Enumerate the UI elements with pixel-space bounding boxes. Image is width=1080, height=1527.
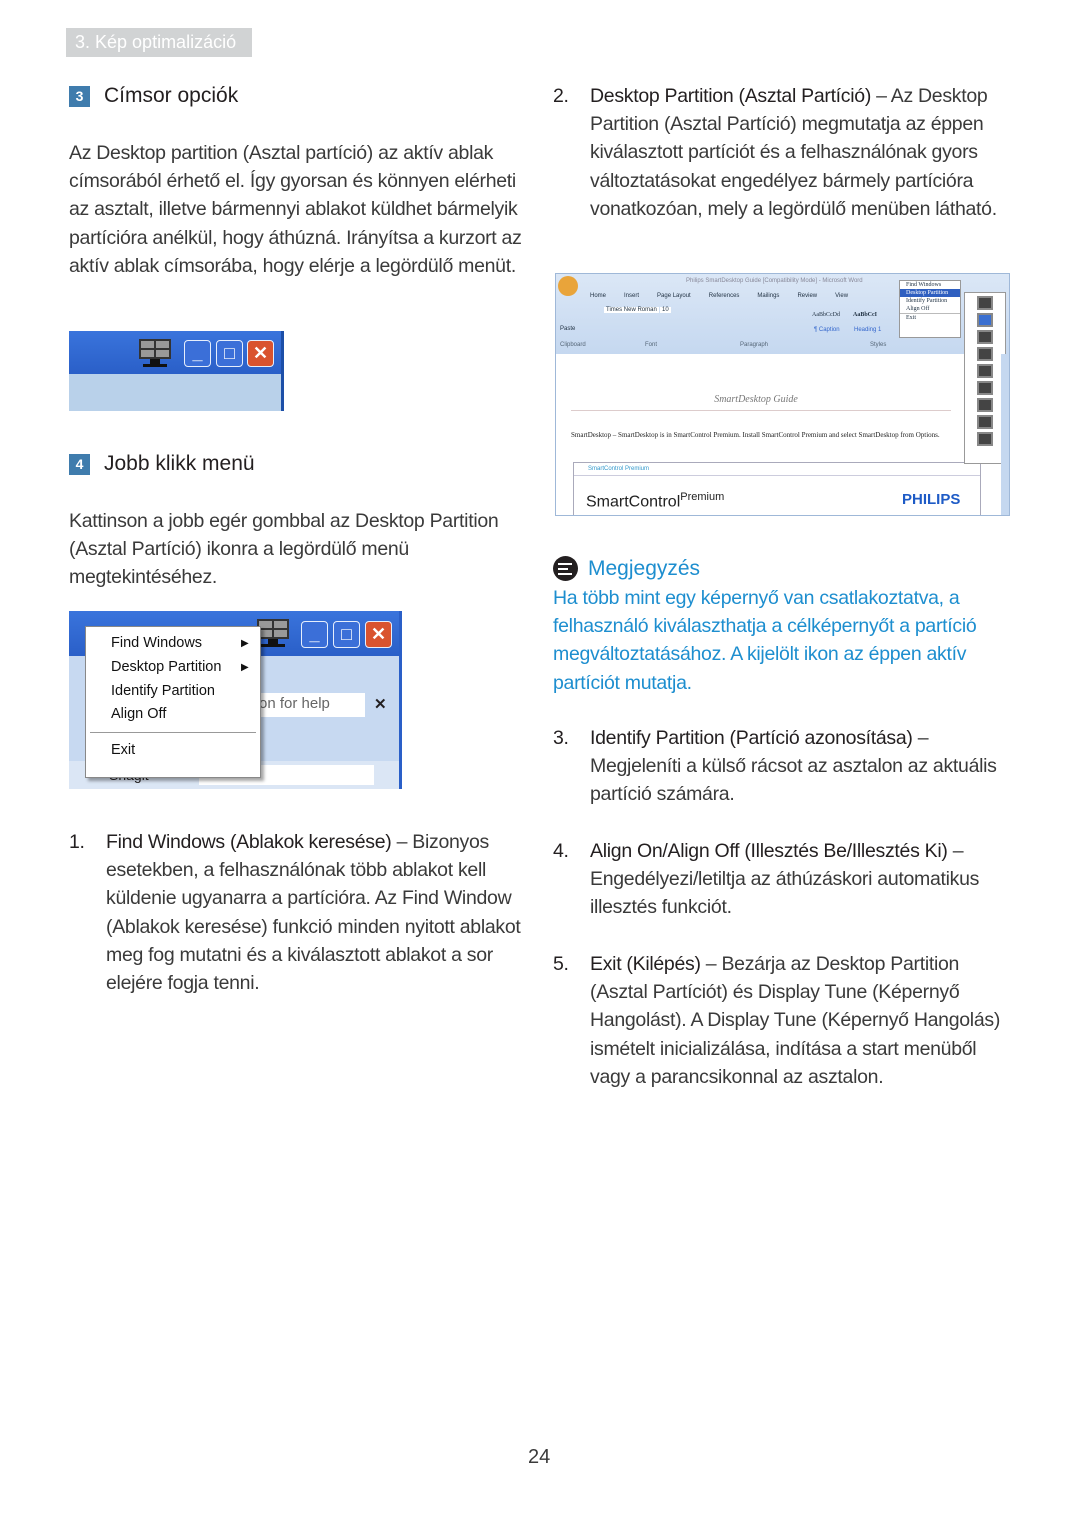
menu-item-identify-partition[interactable]: Identify Partition [111,683,215,699]
menu-item-desktop-partition[interactable]: Desktop Partition [900,289,960,297]
paste-label: Paste [560,326,576,332]
list-item: 1. Find Windows (Ablakok keresése) – Biz… [69,828,531,997]
title-bar-screenshot: _ □ ✕ [69,331,284,411]
menu-divider [90,732,256,733]
section-body: Kattinson a jobb egér gombbal az Desktop… [69,510,499,589]
tab-insert: Insert [624,293,640,299]
list-title: Find Windows (Ablakok keresése) [106,831,392,853]
group-font: Font [645,342,658,348]
tab-references: References [708,293,740,299]
submenu-arrow-icon: ▶ [241,662,249,673]
list-number: 1. [69,831,85,853]
window-title: Philips SmartDesktop Guide [Compatibilit… [686,278,863,284]
tab-home: Home [590,293,607,299]
menu-item-identify-partition[interactable]: Identify Partition [900,297,960,305]
partition-monitor-icon [257,619,289,647]
close-x-icon: ✕ [374,696,387,713]
section-number-badge: 3 [69,85,90,107]
tab-review: Review [797,293,818,299]
list-number: 2. [553,85,569,107]
tab-view: View [835,293,849,299]
philips-logo: PHILIPS [902,491,961,508]
minimize-icon: _ [184,340,211,367]
menu-item-exit[interactable]: Exit [900,313,960,322]
section-heading-3: 3 Címsor opciók [69,82,238,110]
menu-item-find-windows[interactable]: Find Windows [900,281,960,289]
submenu-arrow-icon: ▶ [241,638,249,649]
minimize-icon: _ [301,621,328,648]
list-title: Align On/Align Off (Illesztés Be/Illeszt… [590,840,948,862]
close-icon: ✕ [365,621,392,648]
tab-mailings: Mailings [757,293,780,299]
close-icon: ✕ [247,340,274,367]
list-body: Bizonyos esetekben, a felhasználónak töb… [106,831,521,995]
maximize-icon: □ [333,621,360,648]
list-number: 3. [553,727,569,749]
note-icon [553,556,578,581]
smartcontrol-premium: Premium [680,491,725,503]
partition-layout-list [964,292,1006,464]
menu-item-exit[interactable]: Exit [111,742,135,758]
doc-text: SmartDesktop – SmartDesktop is in SmartC… [571,431,940,439]
page-number: 24 [528,1446,551,1468]
section-title: Jobb klikk menü [104,452,255,475]
note-title: Megjegyzés [588,556,701,580]
list-item: 4. Align On/Align Off (Illesztés Be/Ille… [553,837,1015,922]
list-body: Engedélyezi/letiltja az áthúzáskori auto… [590,868,980,919]
list-item: 2. Desktop Partition (Asztal Partíció) –… [553,82,998,223]
style-heading-label: Heading 1 [854,327,882,333]
font-name: Times New Roman [604,307,659,313]
office-button-icon [558,276,578,296]
chapter-label: 3. Kép optimalizáció [66,28,252,57]
tab-page-layout: Page Layout [657,293,691,299]
note-heading: Megjegyzés [553,556,700,581]
style-normal: AaBbCcDd [812,312,840,318]
context-menu: Find Windows ▶ Desktop Partition ▶ Identif… [85,626,261,778]
group-paragraph: Paragraph [740,342,769,348]
menu-item-find-windows[interactable]: Find Windows [111,635,202,651]
smartcontrol-brand: SmartControl [586,493,681,511]
list-item: 3. Identify Partition (Partíció azonosít… [553,724,1003,809]
note-body: Ha több mint egy képernyő van csatlakozt… [553,587,977,694]
font-size: 10 [660,307,671,313]
section-title: Címsor opciók [104,84,239,107]
style-caption-label: ¶ Caption [814,327,840,333]
partition-menu: Find Windows Desktop Partition Identify … [899,280,961,338]
section-number-badge: 4 [69,453,90,475]
list-title: Desktop Partition (Asztal Partíció) [590,85,872,107]
section-body: Az Desktop partition (Asztal partíció) a… [69,142,522,277]
smartcontrol-title: SmartControl Premium [574,463,980,476]
menu-item-align-off[interactable]: Align Off [900,305,960,313]
section-heading-4: 4 Jobb klikk menü [69,450,255,478]
context-menu-screenshot: _ □ ✕ on for help ✕ Snagit Window Find W… [69,611,402,789]
list-body: Megjeleníti a külső rácsot az asztalon a… [590,755,997,806]
maximize-icon: □ [216,340,243,367]
list-title: Exit (Kilépés) [590,953,701,975]
word-screenshot: Philips SmartDesktop Guide [Compatibilit… [555,273,1010,516]
list-number: 5. [553,953,569,975]
list-item: 5. Exit (Kilépés) – Bezárja az Desktop P… [553,950,1013,1091]
group-clipboard: Clipboard [560,342,586,348]
group-styles: Styles [870,342,887,348]
help-search-box: on for help [257,693,365,717]
smartcontrol-window: SmartControl Premium SmartControlPremium… [573,462,981,515]
list-number: 4. [553,840,569,862]
list-title: Identify Partition (Partíció azonosítása… [590,727,913,749]
partition-monitor-icon [139,339,171,367]
menu-item-align-off[interactable]: Align Off [111,706,166,722]
menu-item-desktop-partition[interactable]: Desktop Partition [111,659,221,675]
doc-title: SmartDesktop Guide [714,394,798,405]
scrollbar[interactable] [1001,354,1009,515]
style-heading: AaBbCcI [853,312,878,318]
